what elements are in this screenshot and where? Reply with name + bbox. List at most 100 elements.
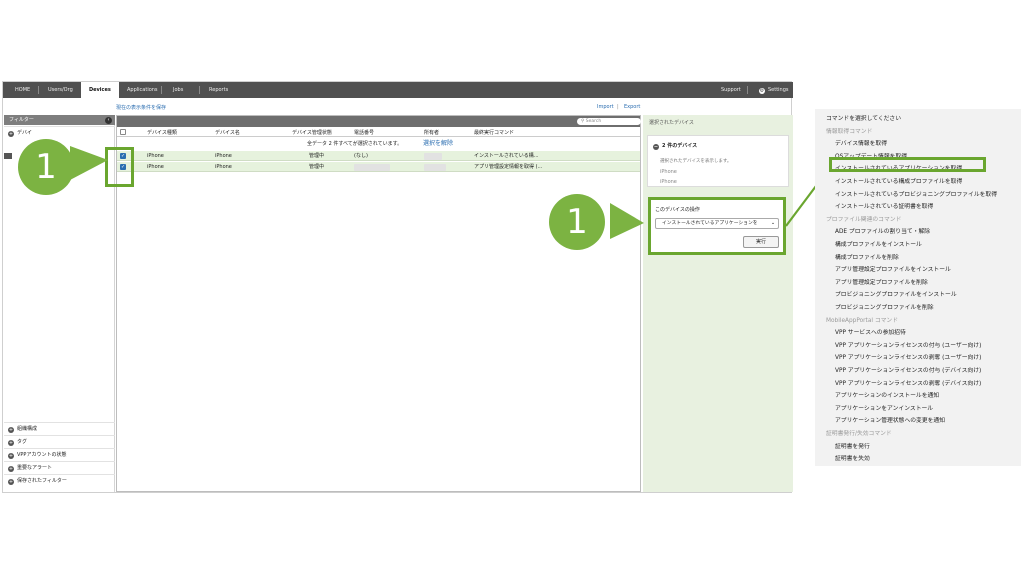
device-item: iPhone [660, 169, 677, 175]
device-list-card: −2 件のデバイス 選択されたデバイスを表示します。 iPhone iPhone [647, 135, 789, 187]
menu-option[interactable]: 証明書を発行 [835, 441, 870, 450]
settings-link[interactable]: ⚙ Settings [751, 82, 797, 98]
filter-label: 保存されたフィルター [17, 478, 67, 484]
device-ops-box: このデバイスの操作 インストールされているアプリケーションを ⌄ 実行 [648, 197, 786, 255]
menu-option[interactable]: アプリ管理設定プロファイルをインストール [835, 264, 951, 273]
tab-home[interactable]: HOME [7, 82, 38, 98]
cell-phone: (なし) [354, 153, 368, 159]
toolbar-separator: | [617, 104, 619, 110]
menu-option[interactable]: インストールされている構成プロファイルを取得 [835, 176, 962, 185]
command-select[interactable]: インストールされているアプリケーションを ⌄ [655, 218, 779, 229]
collapse-icon[interactable]: ‹ [105, 117, 112, 124]
col-last-command[interactable]: 最終実行コマンド [474, 129, 514, 136]
device-table: ⚲ Search デバイス種類 デバイス名 デバイス管理状態 電話番号 所有者 … [116, 115, 641, 492]
table-toolbar: ⚲ Search [117, 116, 641, 127]
col-device-type[interactable]: デバイス種類 [147, 129, 177, 136]
menu-option[interactable]: VPP アプリケーションライセンスの付与 (ユーザー向け) [835, 340, 981, 349]
menu-option[interactable]: VPP アプリケーションライセンスの付与 (デバイス向け) [835, 365, 981, 374]
filter-label: VPPアカウントの状態 [17, 452, 67, 458]
gear-icon: ⚙ [759, 88, 765, 94]
run-button[interactable]: 実行 [743, 236, 779, 248]
col-device-name[interactable]: デバイス名 [215, 129, 240, 136]
settings-label: Settings [768, 87, 789, 93]
cell-name: iPhone [215, 153, 232, 159]
menu-option[interactable]: アプリ管理設定プロファイルを削除 [835, 277, 928, 286]
filter-vpp[interactable]: + VPPアカウントの状態 [4, 448, 115, 461]
nav-separator [38, 86, 39, 94]
device-item: iPhone [660, 179, 677, 185]
table-header: デバイス種類 デバイス名 デバイス管理状態 電話番号 所有者 最終実行コマンド [117, 127, 640, 137]
support-link[interactable]: Support [713, 82, 749, 98]
menu-option[interactable]: アプリケーションのインストールを通知 [835, 390, 939, 399]
filter-org[interactable]: + 組織構成 [4, 422, 115, 435]
menu-option[interactable]: インストールされているプロビジョニングプロファイルを取得 [835, 189, 997, 198]
top-nav: HOME Users/Org Devices Applications Jobs… [3, 82, 793, 98]
import-link[interactable]: Import [597, 104, 614, 110]
filter-title: フィルター [9, 117, 34, 123]
search-placeholder: Search [585, 119, 602, 124]
filter-device[interactable]: + デバイ [4, 126, 115, 139]
export-link[interactable]: Export [624, 104, 640, 110]
menu-option[interactable]: VPP サービスへの参加招待 [835, 327, 906, 336]
filter-alerts[interactable]: + 重要なアラート [4, 461, 115, 474]
plus-icon: + [8, 466, 14, 472]
table-row[interactable]: ✓ iPhone iPhone 管理中 アプリ管理設定情報を取得 (... [117, 162, 640, 172]
tab-devices[interactable]: Devices [81, 82, 119, 98]
chevron-down-icon: ⌄ [769, 219, 775, 228]
table-row[interactable]: ✓ iPhone iPhone 管理中 (なし) インストールされている構... [117, 151, 640, 161]
menu-option[interactable]: プロビジョニングプロファイルを削除 [835, 302, 934, 311]
col-manage-state[interactable]: デバイス管理状態 [292, 129, 332, 136]
select-all-checkbox[interactable] [120, 129, 126, 135]
filter-label: タグ [17, 439, 28, 445]
filter-tag[interactable]: + タグ [4, 435, 115, 448]
redacted-phone [354, 164, 390, 171]
menu-option[interactable]: アプリケーション管理状態への変更を通知 [835, 415, 945, 424]
menu-option[interactable]: 構成プロファイルをインストール [835, 239, 922, 248]
cell-state: 管理中 [309, 164, 325, 170]
redacted-owner [424, 164, 446, 171]
menu-option[interactable]: 証明書を失効 [835, 453, 870, 462]
filter-header: フィルター ‹ [4, 115, 115, 125]
command-select-value: インストールされているアプリケーションを [662, 221, 758, 226]
redacted-owner [424, 153, 442, 160]
cell-type: iPhone [147, 153, 164, 159]
cell-name: iPhone [215, 164, 232, 170]
menu-option[interactable]: プロビジョニングプロファイルをインストール [835, 289, 957, 298]
menu-option[interactable]: デバイス情報を取得 [835, 138, 887, 147]
menu-option[interactable]: ADE プロファイルの割り当て・解除 [835, 226, 930, 235]
device-count-label: 2 件のデバイス [662, 143, 698, 149]
menu-group-header: MobileAppPortal コマンド [826, 317, 899, 324]
menu-option[interactable]: アプリケーションをアンインストール [835, 403, 933, 412]
save-filter-link[interactable]: 現在の表示条件を保存 [116, 104, 166, 111]
tab-users-org[interactable]: Users/Org [40, 82, 81, 98]
menu-option[interactable]: VPP アプリケーションライセンスの剥奪 (デバイス向け) [835, 378, 981, 387]
callout-pointer [70, 146, 108, 180]
menu-option[interactable]: インストールされている証明書を取得 [835, 201, 933, 210]
plus-icon: + [8, 453, 14, 459]
ops-title: このデバイスの操作 [655, 207, 700, 213]
tab-applications[interactable]: Applications [119, 82, 166, 98]
plus-icon: + [8, 440, 14, 446]
panel-hint: 選択されたデバイスを表示します。 [660, 159, 732, 164]
search-input[interactable]: ⚲ Search [577, 118, 641, 125]
nav-separator [199, 86, 200, 94]
app-root: HOME Users/Org Devices Applications Jobs… [0, 0, 1024, 576]
col-owner[interactable]: 所有者 [424, 129, 439, 136]
cell-last-command: アプリ管理設定情報を取得 (... [474, 164, 543, 170]
menu-option[interactable]: 構成プロファイルを削除 [835, 252, 899, 261]
clear-selection-link[interactable]: 選択を解除 [423, 138, 453, 150]
filter-saved[interactable]: + 保存されたフィルター [4, 474, 115, 487]
menu-option[interactable]: コマンドを選択してください [826, 113, 901, 122]
step-callout: 1 [549, 194, 605, 250]
tab-reports[interactable]: Reports [201, 82, 236, 98]
selection-notice: 全データ 2 件すべてが選択されています。 選択を解除 [117, 138, 640, 150]
device-count: −2 件のデバイス [653, 142, 697, 150]
nav-separator [747, 86, 748, 94]
select-all-text: 全データ 2 件すべてが選択されています。 [307, 141, 403, 147]
cell-state: 管理中 [309, 153, 325, 159]
nav-separator [161, 86, 162, 94]
col-phone[interactable]: 電話番号 [354, 129, 374, 136]
tab-jobs[interactable]: Jobs [165, 82, 191, 98]
filter-label: 重要なアラート [17, 465, 53, 471]
menu-option[interactable]: VPP アプリケーションライセンスの剥奪 (ユーザー向け) [835, 352, 981, 361]
